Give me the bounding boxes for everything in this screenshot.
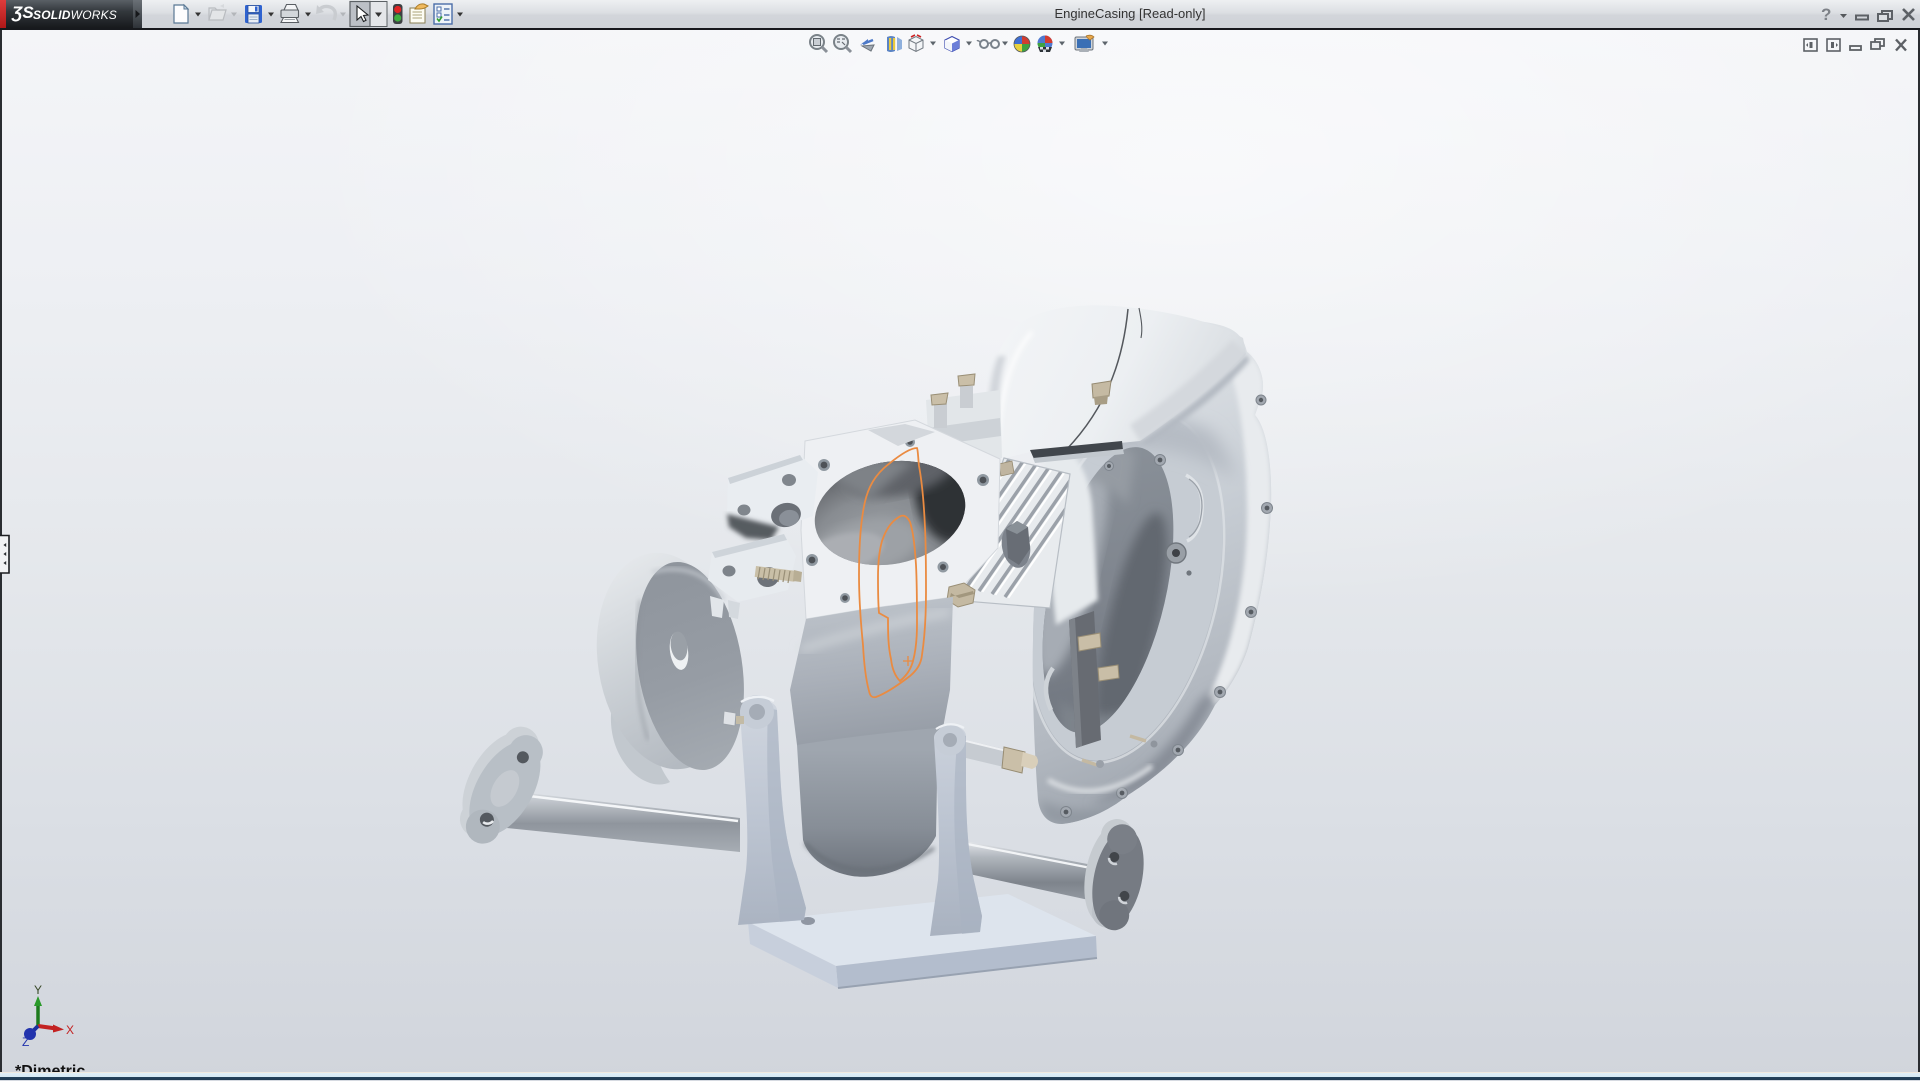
svg-text:X: X — [66, 1023, 74, 1037]
svg-text:Y: Y — [34, 983, 42, 997]
svg-text:Z: Z — [22, 1035, 29, 1049]
svg-text:?: ? — [1821, 5, 1831, 24]
